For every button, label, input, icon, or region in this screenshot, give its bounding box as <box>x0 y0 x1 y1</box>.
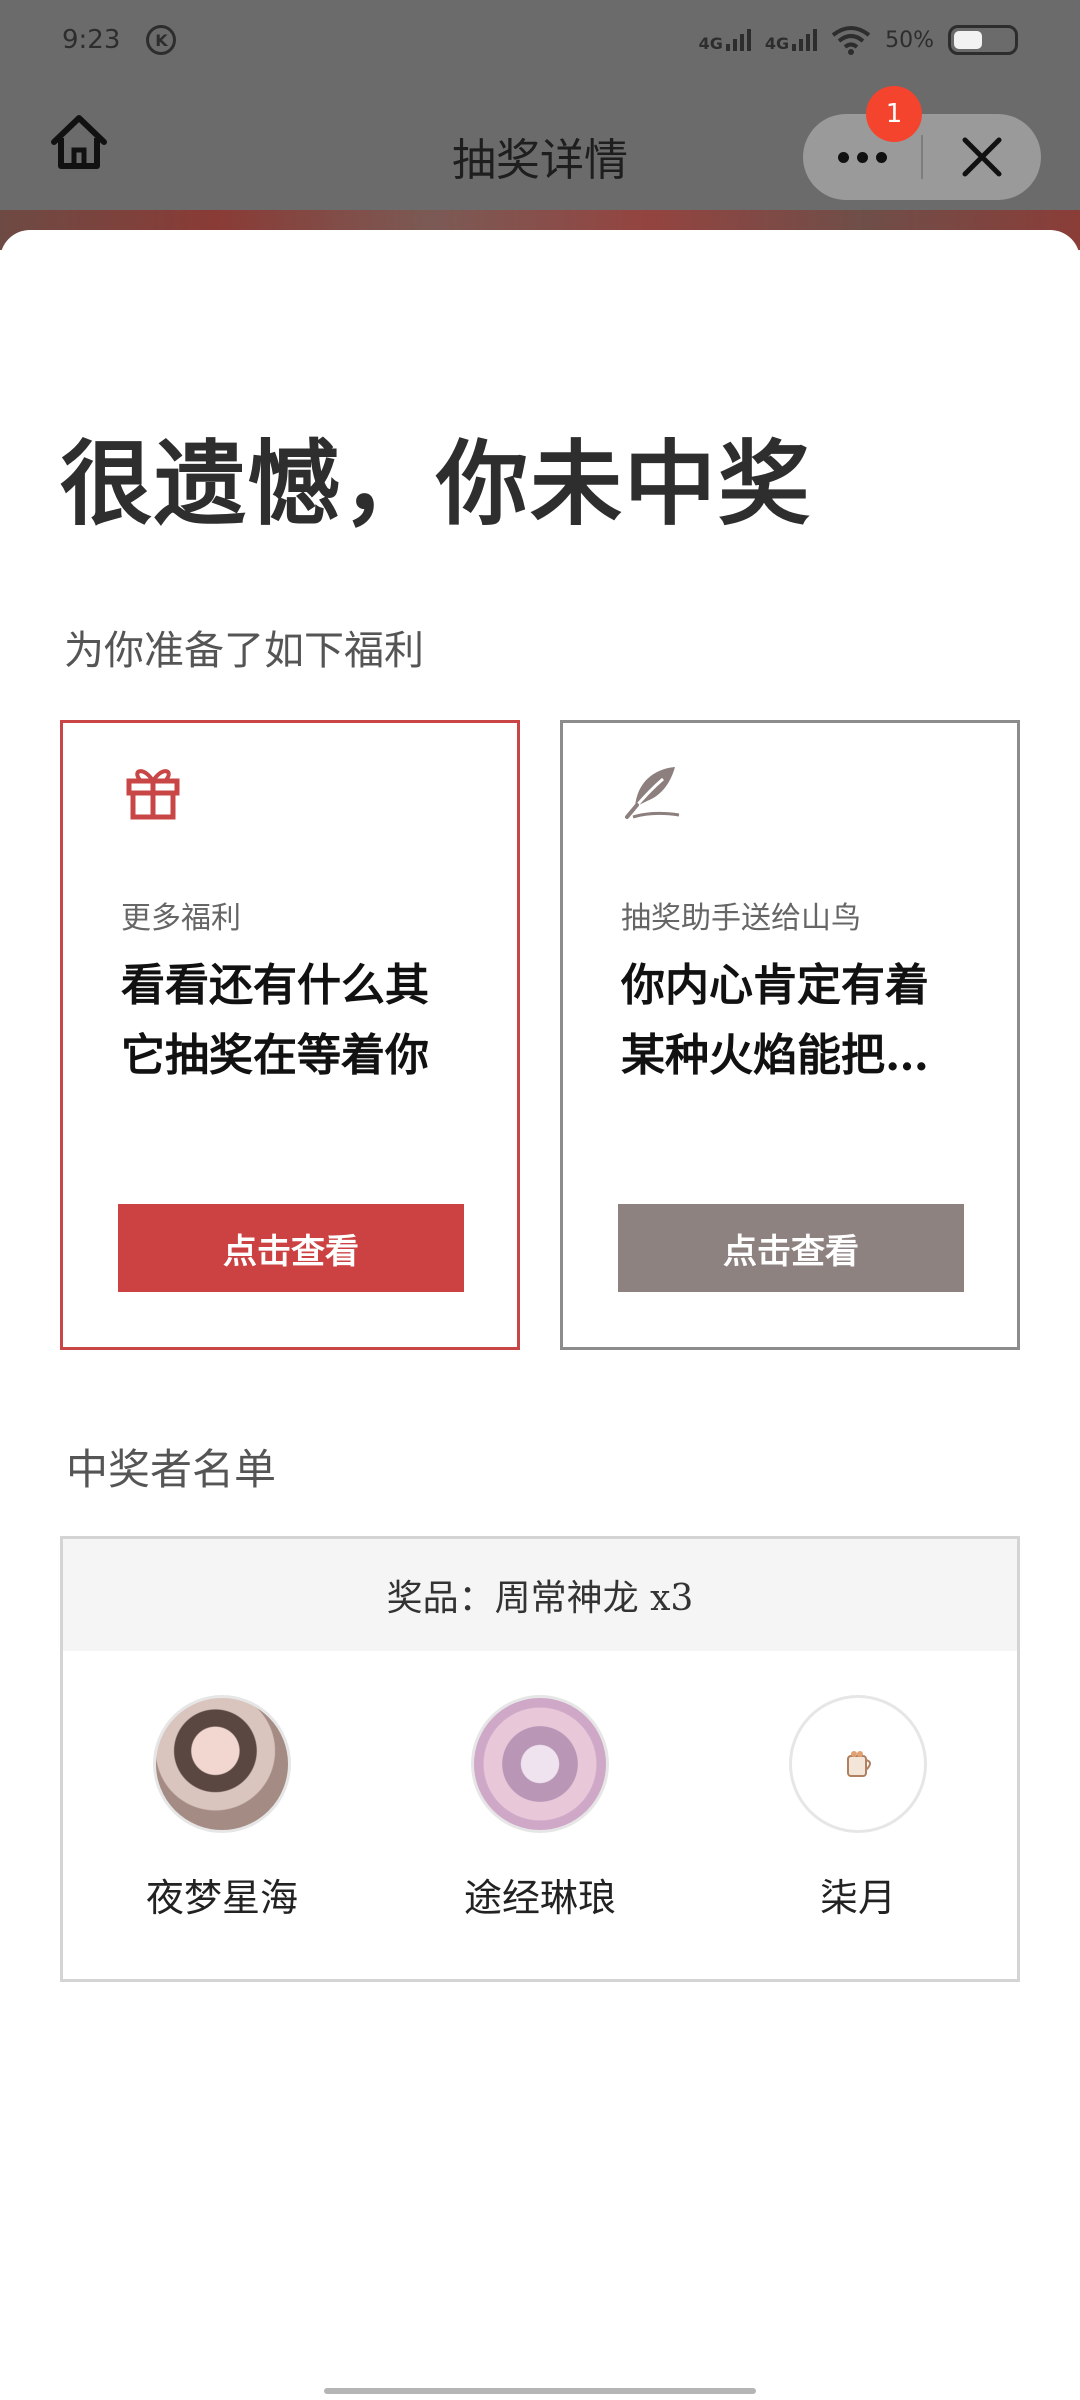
benefit-card-message[interactable]: 抽奖助手送给山鸟 你内心肯定有着某种火焰能把… 点击查看 <box>560 720 1020 1350</box>
wifi-icon <box>831 26 871 55</box>
card-body: 你内心肯定有着某种火焰能把… <box>621 960 929 1081</box>
close-button[interactable] <box>923 114 1041 200</box>
card-body: 看看还有什么其它抽奖在等着你 <box>121 960 429 1081</box>
signal-icon: 4G <box>698 29 751 53</box>
avatar <box>789 1695 927 1833</box>
result-headline: 很遗憾，你未中奖 <box>60 430 813 538</box>
gift-icon <box>123 761 183 821</box>
winners-list: 奖品：周常神龙 x3 夜梦星海 途经琳琅 柒月 <box>60 1536 1020 1982</box>
status-right: 4G 4G 50% <box>699 25 1018 55</box>
winner-item[interactable]: 夜梦星海 <box>92 1695 352 1922</box>
benefit-card-more[interactable]: 更多福利 看看还有什么其它抽奖在等着你 点击查看 <box>60 720 520 1350</box>
benefits-title: 为你准备了如下福利 <box>64 628 424 674</box>
signal-bars <box>792 29 818 51</box>
result-sheet: 很遗憾，你未中奖 为你准备了如下福利 更多福利 看看还有什么其它抽奖在等着你 点… <box>0 230 1080 2400</box>
winner-name: 夜梦星海 <box>145 1876 298 1920</box>
status-left: 9:23 K <box>62 25 177 55</box>
close-icon <box>962 137 1002 177</box>
cup-icon <box>847 1751 871 1777</box>
prize-label: 奖品：周常神龙 x3 <box>63 1539 1017 1651</box>
feather-icon <box>623 761 683 821</box>
view-message-button[interactable]: 点击查看 <box>618 1204 964 1292</box>
view-more-benefits-button[interactable]: 点击查看 <box>118 1204 464 1292</box>
notification-badge: 1 <box>866 86 922 142</box>
winners-row: 夜梦星海 途经琳琅 柒月 <box>63 1651 1017 1922</box>
avatar <box>471 1695 609 1833</box>
battery-percent: 50% <box>885 27 934 53</box>
winners-title: 中奖者名单 <box>66 1445 277 1494</box>
status-time: 9:23 <box>62 25 121 55</box>
network-type-label: 4G <box>764 34 790 53</box>
network-type-label: 4G <box>698 34 723 53</box>
card-label: 更多福利 <box>121 901 241 936</box>
avatar <box>153 1695 291 1833</box>
status-bar: 9:23 K 4G 4G 50% <box>0 0 1080 80</box>
k-badge-icon: K <box>146 25 177 55</box>
winner-name: 柒月 <box>819 1876 896 1920</box>
winner-item[interactable]: 柒月 <box>728 1695 988 1922</box>
home-indicator[interactable] <box>324 2388 756 2394</box>
signal-icon: 4G <box>764 29 818 53</box>
battery-icon <box>948 25 1018 55</box>
winner-item[interactable]: 途经琳琅 <box>410 1695 670 1922</box>
capsule-menu <box>803 114 1041 200</box>
card-label: 抽奖助手送给山鸟 <box>621 901 861 936</box>
signal-bars <box>725 29 751 51</box>
winner-name: 途经琳琅 <box>463 1876 616 1920</box>
